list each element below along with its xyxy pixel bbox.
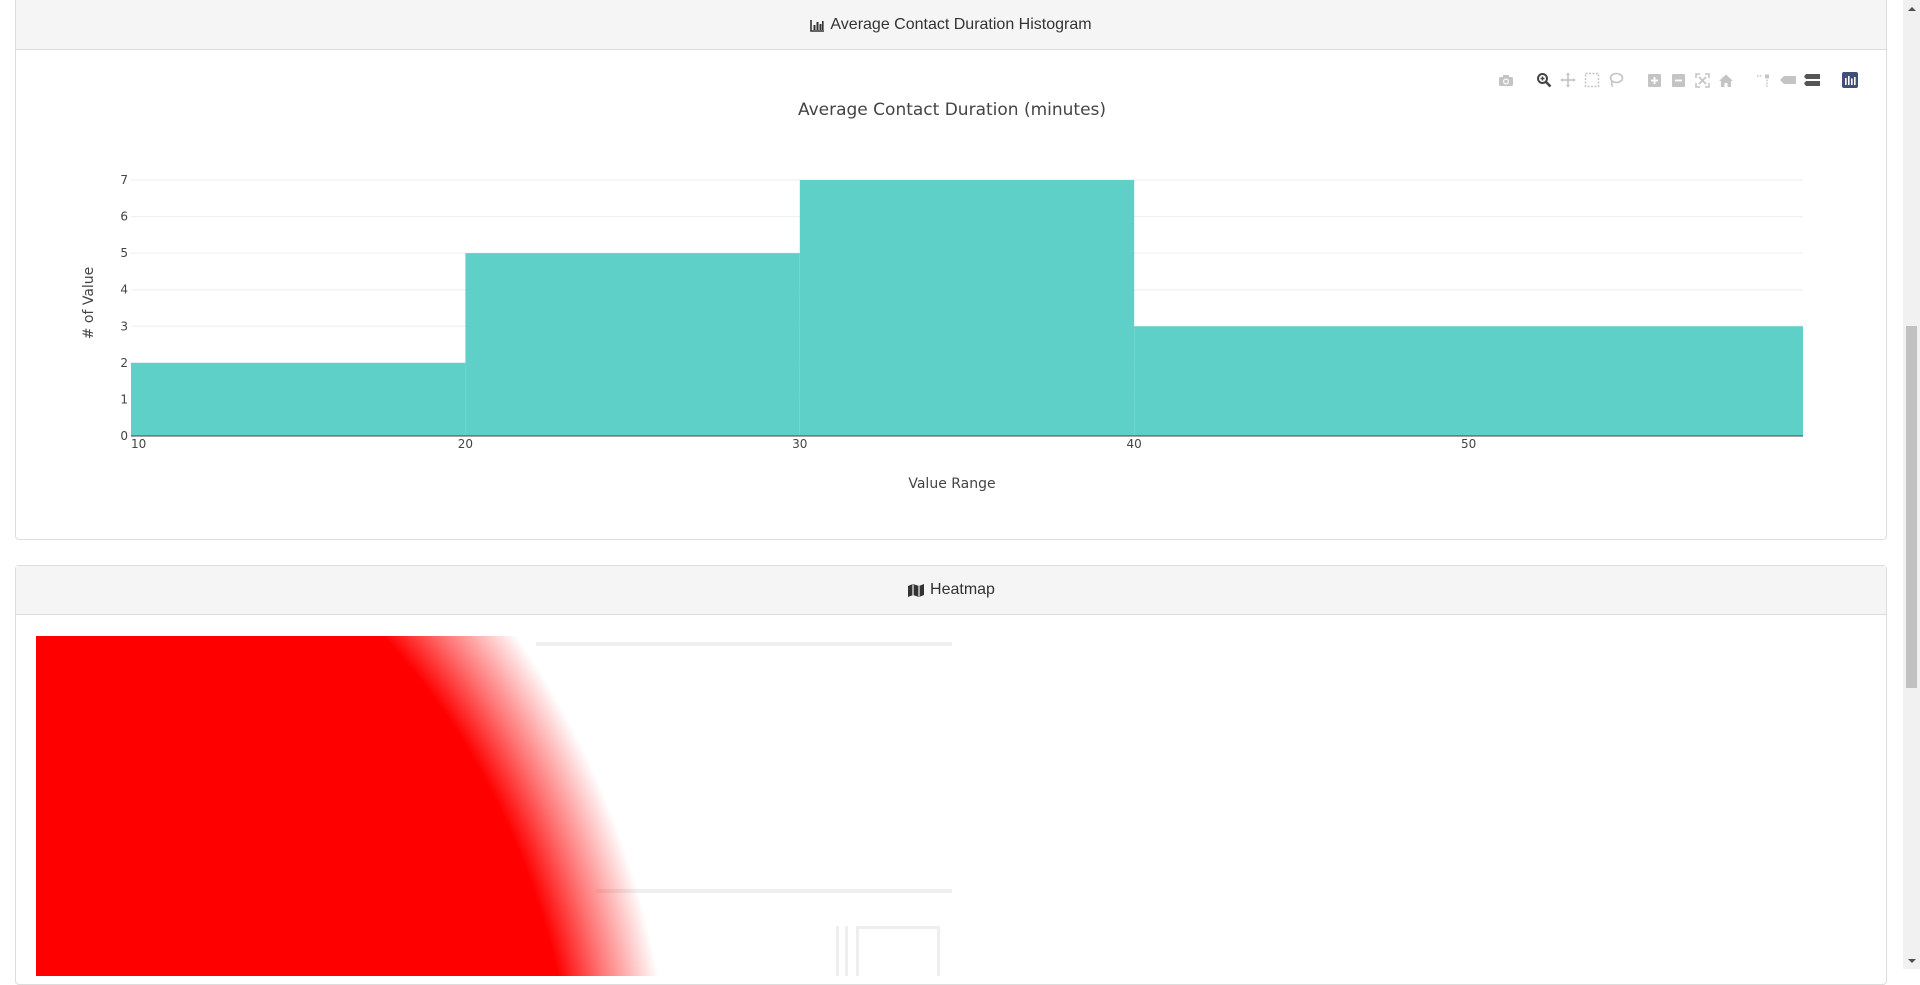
histogram-panel-title: Average Contact Duration Histogram [830,16,1092,33]
scroll-down-arrow-icon[interactable] [1903,952,1920,969]
histogram-bar [131,362,466,436]
histogram-chart: Average Contact Duration (minutes) 0 1 2 3 4… [81,100,1803,492]
histogram-panel: Average Contact Duration Histogram Avera… [15,0,1887,540]
histogram-bar [1134,326,1803,436]
x-tick-label: 30 [792,437,807,451]
heatmap-panel-heading: Heatmap [16,566,1886,615]
heatmap-panel: Heatmap [15,565,1887,985]
y-tick-label: 2 [120,356,128,370]
y-tick-label: 4 [120,283,128,297]
page-scrollbar[interactable] [1903,0,1920,969]
x-tick-label: 40 [1127,437,1142,451]
histogram-bar [465,253,800,436]
y-axis-label: # of Value [81,267,97,340]
chart-title: Average Contact Duration (minutes) [798,100,1106,120]
bar-chart-icon [810,19,825,32]
map-icon [907,583,925,598]
y-tick-label: 3 [120,319,128,333]
scrollbar-thumb[interactable] [1906,326,1917,688]
y-tick-label: 0 [120,429,128,443]
histogram-bar [799,180,1135,436]
heatmap-panel-title: Heatmap [930,581,995,598]
x-tick-label: 20 [458,437,473,451]
y-tick-label: 6 [120,210,128,224]
heatmap-view[interactable] [36,636,952,976]
heatmap-blob [36,636,952,976]
scroll-up-arrow-icon[interactable] [1903,0,1920,17]
y-tick-label: 1 [120,392,128,406]
x-tick-label: 10 [131,437,146,451]
y-tick-label: 5 [120,246,128,260]
histogram-panel-heading: Average Contact Duration Histogram [16,0,1886,50]
histogram-bars [131,180,1803,436]
y-tick-label: 7 [120,173,128,187]
x-axis-label: Value Range [908,476,995,492]
x-tick-label: 50 [1461,437,1476,451]
